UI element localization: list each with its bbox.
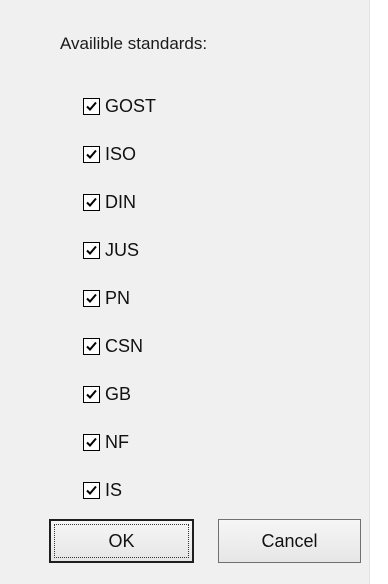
checkmark-icon: [86, 101, 97, 111]
standard-checkbox[interactable]: [83, 289, 100, 307]
standard-label: NF: [105, 432, 129, 452]
checkmark-icon: [86, 485, 97, 495]
checkmark-icon: [86, 389, 97, 399]
standard-label: GB: [105, 384, 132, 404]
standard-checkbox[interactable]: [83, 241, 100, 259]
standard-label: IS: [105, 480, 123, 500]
standard-label: ISO: [105, 144, 137, 164]
checkmark-icon: [86, 437, 97, 447]
standard-checkbox[interactable]: [83, 337, 100, 355]
standard-item[interactable]: NF: [83, 418, 343, 466]
checkmark-icon: [86, 245, 97, 255]
ok-button[interactable]: OK: [49, 519, 194, 563]
cancel-button-label: Cancel: [261, 530, 318, 551]
standard-checkbox[interactable]: [83, 97, 100, 115]
checkmark-icon: [86, 197, 97, 207]
standard-checkbox[interactable]: [83, 433, 100, 451]
checkmark-icon: [86, 293, 97, 303]
standards-list: GOST ISO DIN JUS PN CSN GB NF IS: [83, 82, 343, 514]
standard-label: GOST: [105, 96, 157, 116]
standard-checkbox[interactable]: [83, 385, 100, 403]
standard-checkbox[interactable]: [83, 145, 100, 163]
standard-label: CSN: [105, 336, 144, 356]
checkmark-icon: [86, 149, 97, 159]
standard-item[interactable]: PN: [83, 274, 343, 322]
standard-item[interactable]: JUS: [83, 226, 343, 274]
standard-item[interactable]: GOST: [83, 82, 343, 130]
standard-checkbox[interactable]: [83, 481, 100, 499]
cancel-button[interactable]: Cancel: [218, 519, 361, 563]
standards-heading: Availible standards:: [60, 34, 208, 53]
checkmark-icon: [86, 341, 97, 351]
standard-item[interactable]: DIN: [83, 178, 343, 226]
standard-item[interactable]: GB: [83, 370, 343, 418]
standards-dialog: Availible standards: GOST ISO DIN JUS PN…: [0, 0, 370, 584]
standard-item[interactable]: IS: [83, 466, 343, 514]
standard-label: DIN: [105, 192, 136, 212]
standard-item[interactable]: ISO: [83, 130, 343, 178]
focus-rect: [54, 524, 189, 558]
standard-item[interactable]: CSN: [83, 322, 343, 370]
standard-label: PN: [105, 288, 131, 308]
standard-checkbox[interactable]: [83, 193, 100, 211]
standard-label: JUS: [105, 240, 140, 260]
